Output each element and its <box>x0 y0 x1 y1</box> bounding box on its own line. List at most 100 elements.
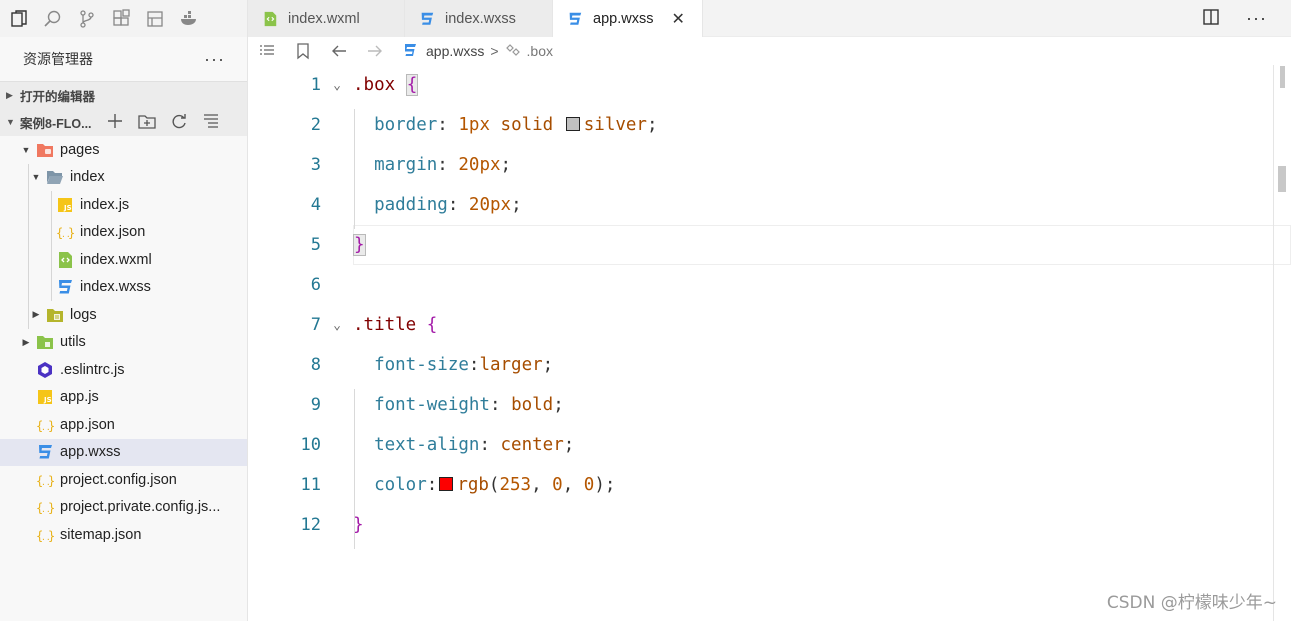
breadcrumb-symbol[interactable]: .box <box>505 42 553 61</box>
tree-item-label: logs <box>70 306 97 323</box>
breadcrumb-symbol-label: .box <box>526 43 554 59</box>
tree-item[interactable]: .eslintrc.js <box>0 356 247 384</box>
code-editor[interactable]: 1 ⌄ .box {2 border: 1px solid silver; 3 mar… <box>248 65 1291 621</box>
tree-item-label: index.wxss <box>80 279 151 296</box>
watermark: CSDN @柠檬味少年~ <box>1106 593 1277 613</box>
tree-item[interactable]: index.wxss <box>0 274 247 302</box>
tree-item[interactable]: {}.. project.config.json <box>0 466 247 494</box>
tree-item-label: sitemap.json <box>60 526 142 543</box>
code-token: ; <box>553 395 564 415</box>
tree-item[interactable]: JS index.js <box>0 191 247 219</box>
chevron-down-icon[interactable]: ▼ <box>20 145 32 155</box>
code-line: 3 margin: 20px; <box>248 145 1273 185</box>
outline-list-icon[interactable] <box>258 42 276 60</box>
code-text: border: 1px solid silver; <box>353 115 657 135</box>
extensions-icon[interactable] <box>110 8 132 30</box>
color-swatch[interactable] <box>439 477 454 491</box>
bookmark-icon[interactable] <box>294 42 312 60</box>
code-token: .box <box>353 75 406 95</box>
code-token: : <box>479 435 501 455</box>
project-section[interactable]: ▼ 案例8-FLO... <box>0 108 247 136</box>
more-icon[interactable]: ··· <box>1246 8 1267 29</box>
editor-tab[interactable]: index.wxss <box>405 0 553 37</box>
chevron-down-icon: ▼ <box>6 117 15 127</box>
tree-item-label: pages <box>60 141 100 158</box>
tree-item[interactable]: ▶ utils <box>0 329 247 357</box>
fold-chevron-icon[interactable]: ⌄ <box>321 78 353 93</box>
code-text: .title { <box>353 315 437 335</box>
open-editors-section[interactable]: ▶ 打开的编辑器 <box>0 81 247 108</box>
fold-chevron-icon[interactable]: ⌄ <box>321 318 353 333</box>
editor-tab-bar: index.wxml index.wxss app.wxss ✕ ··· <box>248 0 1291 37</box>
eslint-file-icon <box>36 361 54 379</box>
json-file-icon: {}.. <box>36 526 54 544</box>
back-arrow-icon[interactable] <box>330 42 348 60</box>
indent-guide <box>51 191 52 301</box>
tree-item[interactable]: {}.. project.private.config.js... <box>0 494 247 522</box>
tree-item[interactable]: JS app.js <box>0 384 247 412</box>
explorer-icon[interactable] <box>8 8 30 30</box>
color-swatch[interactable] <box>565 117 580 131</box>
code-token: color <box>374 475 427 495</box>
overview-ruler[interactable] <box>1273 65 1274 621</box>
tree-item-label: .eslintrc.js <box>60 361 125 378</box>
line-number: 12 <box>300 515 321 535</box>
tree-item[interactable]: app.wxss <box>0 438 247 466</box>
scroll-thumb[interactable] <box>1278 166 1286 192</box>
code-line: 1 ⌄ .box { <box>248 65 1273 105</box>
code-text: .box { <box>353 74 419 96</box>
tree-item[interactable]: {}.. app.json <box>0 411 247 439</box>
collapse-all-icon[interactable] <box>202 112 220 133</box>
chevron-down-icon[interactable]: ▼ <box>30 172 42 182</box>
code-line: 12} <box>248 505 1273 545</box>
svg-text:..: .. <box>61 230 71 239</box>
editor-tab[interactable]: app.wxss ✕ <box>553 0 703 37</box>
folder-open-icon <box>46 168 64 186</box>
wxss-file-icon <box>419 11 435 27</box>
code-token: ( <box>488 475 500 495</box>
source-control-icon[interactable] <box>76 8 98 30</box>
indent-guide <box>354 109 355 229</box>
line-number: 11 <box>300 475 321 495</box>
editor-tab[interactable]: index.wxml <box>248 0 405 37</box>
activity-toolbar <box>0 0 248 37</box>
tree-item[interactable]: {}.. sitemap.json <box>0 521 247 549</box>
new-file-icon[interactable] <box>106 112 124 133</box>
chevron-right-icon[interactable]: ▶ <box>30 309 42 320</box>
docker-icon[interactable] <box>178 8 200 30</box>
breadcrumb: app.wxss > .box <box>248 37 1291 65</box>
split-editor-icon[interactable] <box>1202 8 1220 29</box>
code-token: , <box>562 475 584 495</box>
search-icon[interactable] <box>42 8 64 30</box>
close-icon[interactable]: ✕ <box>671 9 684 29</box>
code-token: .title <box>353 315 427 335</box>
breadcrumb-file[interactable]: app.wxss <box>402 42 484 61</box>
tree-item[interactable]: ▶ logs <box>0 301 247 329</box>
tree-item[interactable]: index.wxml <box>0 246 247 274</box>
line-number: 8 <box>310 355 321 375</box>
tree-item[interactable]: {}.. index.json <box>0 219 247 247</box>
tree-item[interactable]: ▼ index <box>0 164 247 192</box>
new-folder-icon[interactable] <box>137 112 156 133</box>
svg-text:..: .. <box>41 505 51 514</box>
code-token: 253 <box>499 475 532 495</box>
chevron-right-icon[interactable]: ▶ <box>20 337 32 348</box>
debug-icon[interactable] <box>144 8 166 30</box>
more-actions-button[interactable]: ··· <box>204 49 225 70</box>
explorer-sidebar: 资源管理器 ··· ▶ 打开的编辑器 ▼ 案例8-FLO... ▼ pages ▼ i… <box>0 37 248 621</box>
tree-item[interactable]: ▼ pages <box>0 136 247 164</box>
code-line: 4 padding: 20px; <box>248 185 1273 225</box>
code-line: 6 <box>248 265 1273 305</box>
svg-text:..: .. <box>41 423 51 432</box>
code-token: { <box>405 74 419 96</box>
code-token: : <box>426 475 438 495</box>
code-token: 0 <box>552 475 563 495</box>
refresh-icon[interactable] <box>170 112 188 133</box>
code-token: larger <box>479 355 543 375</box>
json-file-icon: {}.. <box>36 416 54 434</box>
forward-arrow-icon[interactable] <box>366 42 384 60</box>
tree-item-label: index.wxml <box>80 251 152 268</box>
